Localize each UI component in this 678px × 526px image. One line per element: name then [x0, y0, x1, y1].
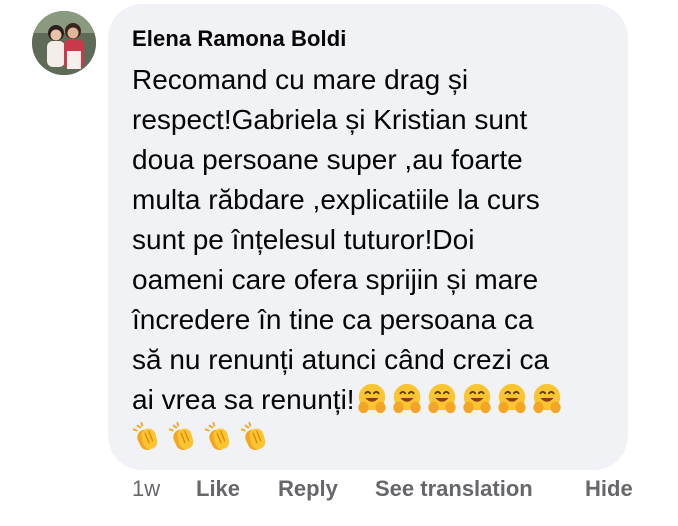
clapping-hands-emoji	[202, 420, 238, 456]
clapping-hands-emoji	[238, 420, 274, 456]
reply-button[interactable]: Reply	[278, 476, 338, 502]
comment-line: multa răbdare ,explicatiile la curs	[132, 184, 540, 215]
comment-line: Recomand cu mare drag și	[132, 64, 469, 95]
inline-emoji-group	[355, 381, 565, 415]
comment-line: ai vrea sa renunți!	[132, 384, 355, 415]
see-translation-button[interactable]: See translation	[375, 476, 533, 502]
comment-last-line: ai vrea sa renunți!	[132, 380, 612, 420]
avatar[interactable]	[32, 11, 96, 75]
comment-author-name[interactable]: Elena Ramona Boldi	[132, 26, 347, 52]
clapping-hands-emoji	[130, 420, 166, 456]
avatar-photo-icon	[32, 11, 96, 75]
comment-line: să nu renunți atunci când crezi ca	[132, 344, 550, 375]
comment-text: Recomand cu mare drag și respect!Gabriel…	[132, 60, 612, 420]
hugging-face-emoji	[355, 381, 390, 415]
hugging-face-emoji	[530, 381, 565, 415]
hugging-face-emoji	[460, 381, 495, 415]
comment-line: respect!Gabriela și Kristian sunt	[132, 104, 528, 135]
comment-line: oameni care ofera sprijin și mare	[132, 264, 539, 295]
emoji-row	[130, 420, 274, 456]
hide-button[interactable]: Hide	[585, 476, 633, 502]
comment-line: încredere în tine ca persoana ca	[132, 304, 534, 335]
hugging-face-emoji	[425, 381, 460, 415]
comment-line: sunt pe înțelesul tuturor!Doi	[132, 224, 475, 255]
comment-container: Elena Ramona Boldi Recomand cu mare drag…	[0, 0, 678, 526]
hugging-face-emoji	[495, 381, 530, 415]
hugging-face-emoji	[390, 381, 425, 415]
comment-line: doua persoane super ,au foarte	[132, 144, 523, 175]
comment-timestamp[interactable]: 1w	[132, 476, 160, 502]
like-button[interactable]: Like	[196, 476, 240, 502]
clapping-hands-emoji	[166, 420, 202, 456]
